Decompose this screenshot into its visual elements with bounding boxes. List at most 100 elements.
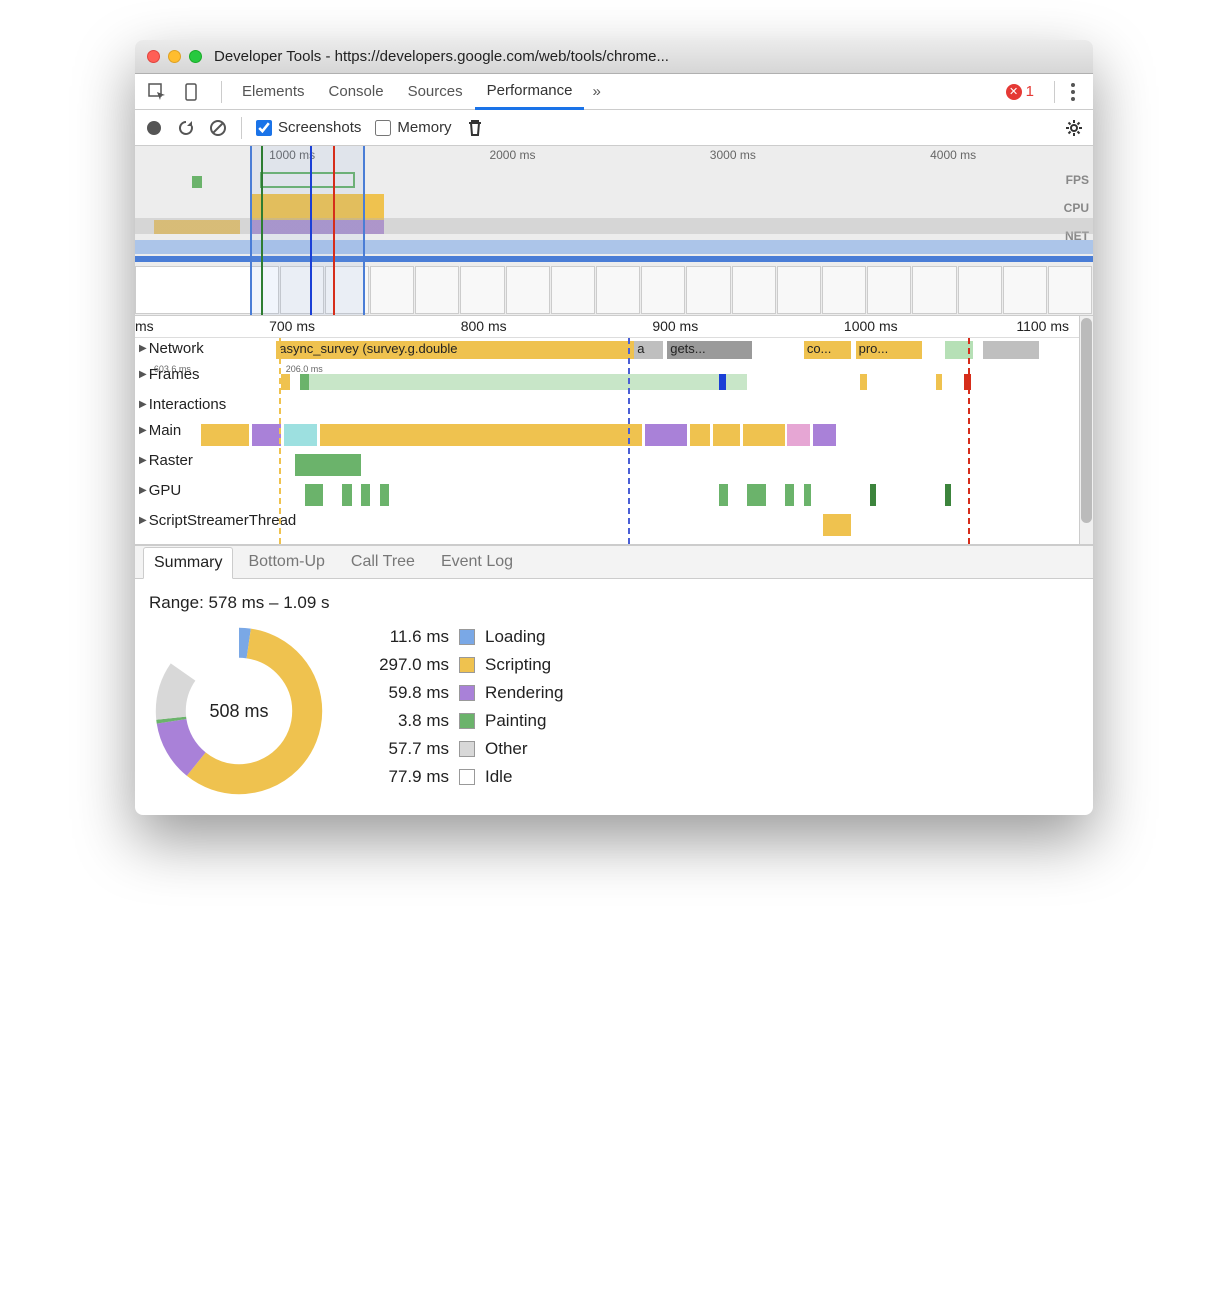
tab-elements[interactable]: Elements (230, 74, 317, 110)
tab-sources[interactable]: Sources (396, 74, 475, 110)
summary-donut-chart: 508 ms (149, 621, 329, 801)
flame-scrollbar[interactable] (1079, 316, 1093, 544)
error-count: 1 (1026, 83, 1034, 100)
legend-label: Painting (485, 711, 546, 731)
legend-row: 59.8 ms Rendering (359, 683, 563, 703)
dash-marker-blue (628, 338, 630, 544)
marker-red (333, 146, 335, 315)
legend-row: 11.6 ms Loading (359, 627, 563, 647)
network-bar[interactable]: gets... (667, 341, 752, 359)
titlebar: Developer Tools - https://developers.goo… (135, 40, 1093, 74)
network-bar[interactable]: pro... (856, 341, 922, 359)
dash-marker-red (968, 338, 970, 544)
garbage-collect-button[interactable] (466, 119, 484, 137)
legend-row: 77.9 ms Idle (359, 767, 563, 787)
row-toggle-frames[interactable]: ▶Frames (135, 364, 204, 385)
details-tabs: Summary Bottom-Up Call Tree Event Log (135, 545, 1093, 579)
details-pane: Summary Bottom-Up Call Tree Event Log Ra… (135, 545, 1093, 815)
legend-value: 59.8 ms (359, 683, 449, 703)
main-bar[interactable] (713, 424, 740, 446)
row-toggle-main[interactable]: ▶Main (135, 420, 185, 441)
capture-settings-button[interactable] (1065, 119, 1083, 137)
main-bar[interactable] (252, 424, 281, 446)
close-window-button[interactable] (147, 50, 160, 63)
marker-green (261, 146, 263, 315)
screenshots-checkbox-input[interactable] (256, 120, 272, 136)
frames-track[interactable]: 603.6 ms 206.0 ms (135, 364, 1077, 394)
network-bar[interactable]: a (634, 341, 662, 359)
legend-label: Rendering (485, 683, 563, 703)
minimize-window-button[interactable] (168, 50, 181, 63)
row-toggle-interactions[interactable]: ▶Interactions (135, 394, 230, 415)
legend-value: 3.8 ms (359, 711, 449, 731)
main-track[interactable] (135, 420, 1077, 450)
legend-label: Other (485, 739, 528, 759)
main-bar[interactable] (813, 424, 836, 446)
memory-checkbox[interactable]: Memory (375, 119, 451, 136)
network-bar[interactable]: async_survey (survey.g.double (276, 341, 634, 359)
main-menu-button[interactable] (1063, 83, 1083, 101)
legend-label: Scripting (485, 655, 551, 675)
main-bar[interactable] (743, 424, 784, 446)
divider (1054, 81, 1055, 103)
error-count-badge[interactable]: ✕ 1 (1006, 83, 1034, 100)
main-bar[interactable] (201, 424, 249, 446)
error-icon: ✕ (1006, 84, 1022, 100)
donut-total: 508 ms (149, 621, 329, 801)
memory-checkbox-input[interactable] (375, 120, 391, 136)
dash-marker-yellow (279, 338, 281, 544)
raster-track[interactable] (135, 450, 1077, 480)
main-bar[interactable] (323, 424, 606, 446)
more-tabs-button[interactable]: » (584, 83, 608, 100)
legend-value: 57.7 ms (359, 739, 449, 759)
chevron-right-icon: ▶ (139, 425, 147, 436)
legend-row: 3.8 ms Painting (359, 711, 563, 731)
tab-console[interactable]: Console (317, 74, 396, 110)
details-tab-calltree[interactable]: Call Tree (340, 546, 426, 578)
main-bar[interactable] (284, 424, 317, 446)
record-button[interactable] (145, 119, 163, 137)
reload-button[interactable] (177, 119, 195, 137)
devtools-window: Developer Tools - https://developers.goo… (135, 40, 1093, 815)
zoom-window-button[interactable] (189, 50, 202, 63)
tab-performance[interactable]: Performance (475, 74, 585, 110)
network-bar[interactable]: co... (804, 341, 851, 359)
legend-row: 297.0 msScripting (359, 655, 563, 675)
screenshots-checkbox[interactable]: Screenshots (256, 119, 361, 136)
details-tab-eventlog[interactable]: Event Log (430, 546, 524, 578)
marker-blue (310, 146, 312, 315)
legend-swatch (459, 629, 475, 645)
traffic-lights (147, 50, 202, 63)
flame-ruler: ms 700 ms 800 ms 900 ms 1000 ms 1100 ms (135, 316, 1093, 338)
legend-value: 77.9 ms (359, 767, 449, 787)
divider (221, 81, 222, 103)
scriptstreamer-track[interactable] (135, 510, 1077, 544)
inspect-element-icon[interactable] (145, 80, 169, 104)
summary-legend: 11.6 ms Loading 297.0 msScripting 59.8 ms Re… (359, 627, 563, 795)
clear-button[interactable] (209, 119, 227, 137)
legend-swatch (459, 657, 475, 673)
panel-tab-bar: Elements Console Sources Performance » ✕… (135, 74, 1093, 110)
chevron-right-icon: ▶ (139, 399, 147, 410)
main-bar[interactable] (690, 424, 710, 446)
overview-selection[interactable] (250, 146, 365, 315)
details-body: Range: 578 ms – 1.09 s 508 ms 11.6 msLoa… (135, 579, 1093, 815)
legend-swatch (459, 685, 475, 701)
legend-value: 11.6 ms (359, 627, 449, 647)
flame-chart[interactable]: ms 700 ms 800 ms 900 ms 1000 ms 1100 ms … (135, 316, 1093, 545)
network-bar[interactable] (983, 341, 1040, 359)
legend-swatch (459, 741, 475, 757)
overview-timeline[interactable]: 1000 ms 2000 ms 3000 ms 4000 ms FPS CPU … (135, 146, 1093, 316)
main-bar[interactable] (787, 424, 810, 446)
legend-row: 57.7 ms Other (359, 739, 563, 759)
gpu-track[interactable] (135, 480, 1077, 510)
network-track[interactable]: async_survey (survey.g.doublea gets... co.… (135, 338, 1077, 364)
details-tab-bottomup[interactable]: Bottom-Up (237, 546, 335, 578)
main-bar[interactable] (645, 424, 687, 446)
scrollbar-thumb[interactable] (1081, 318, 1092, 523)
legend-label: Loading (485, 627, 546, 647)
device-toolbar-icon[interactable] (179, 80, 203, 104)
legend-swatch (459, 769, 475, 785)
details-tab-summary[interactable]: Summary (143, 547, 233, 579)
legend-label: Idle (485, 767, 512, 787)
